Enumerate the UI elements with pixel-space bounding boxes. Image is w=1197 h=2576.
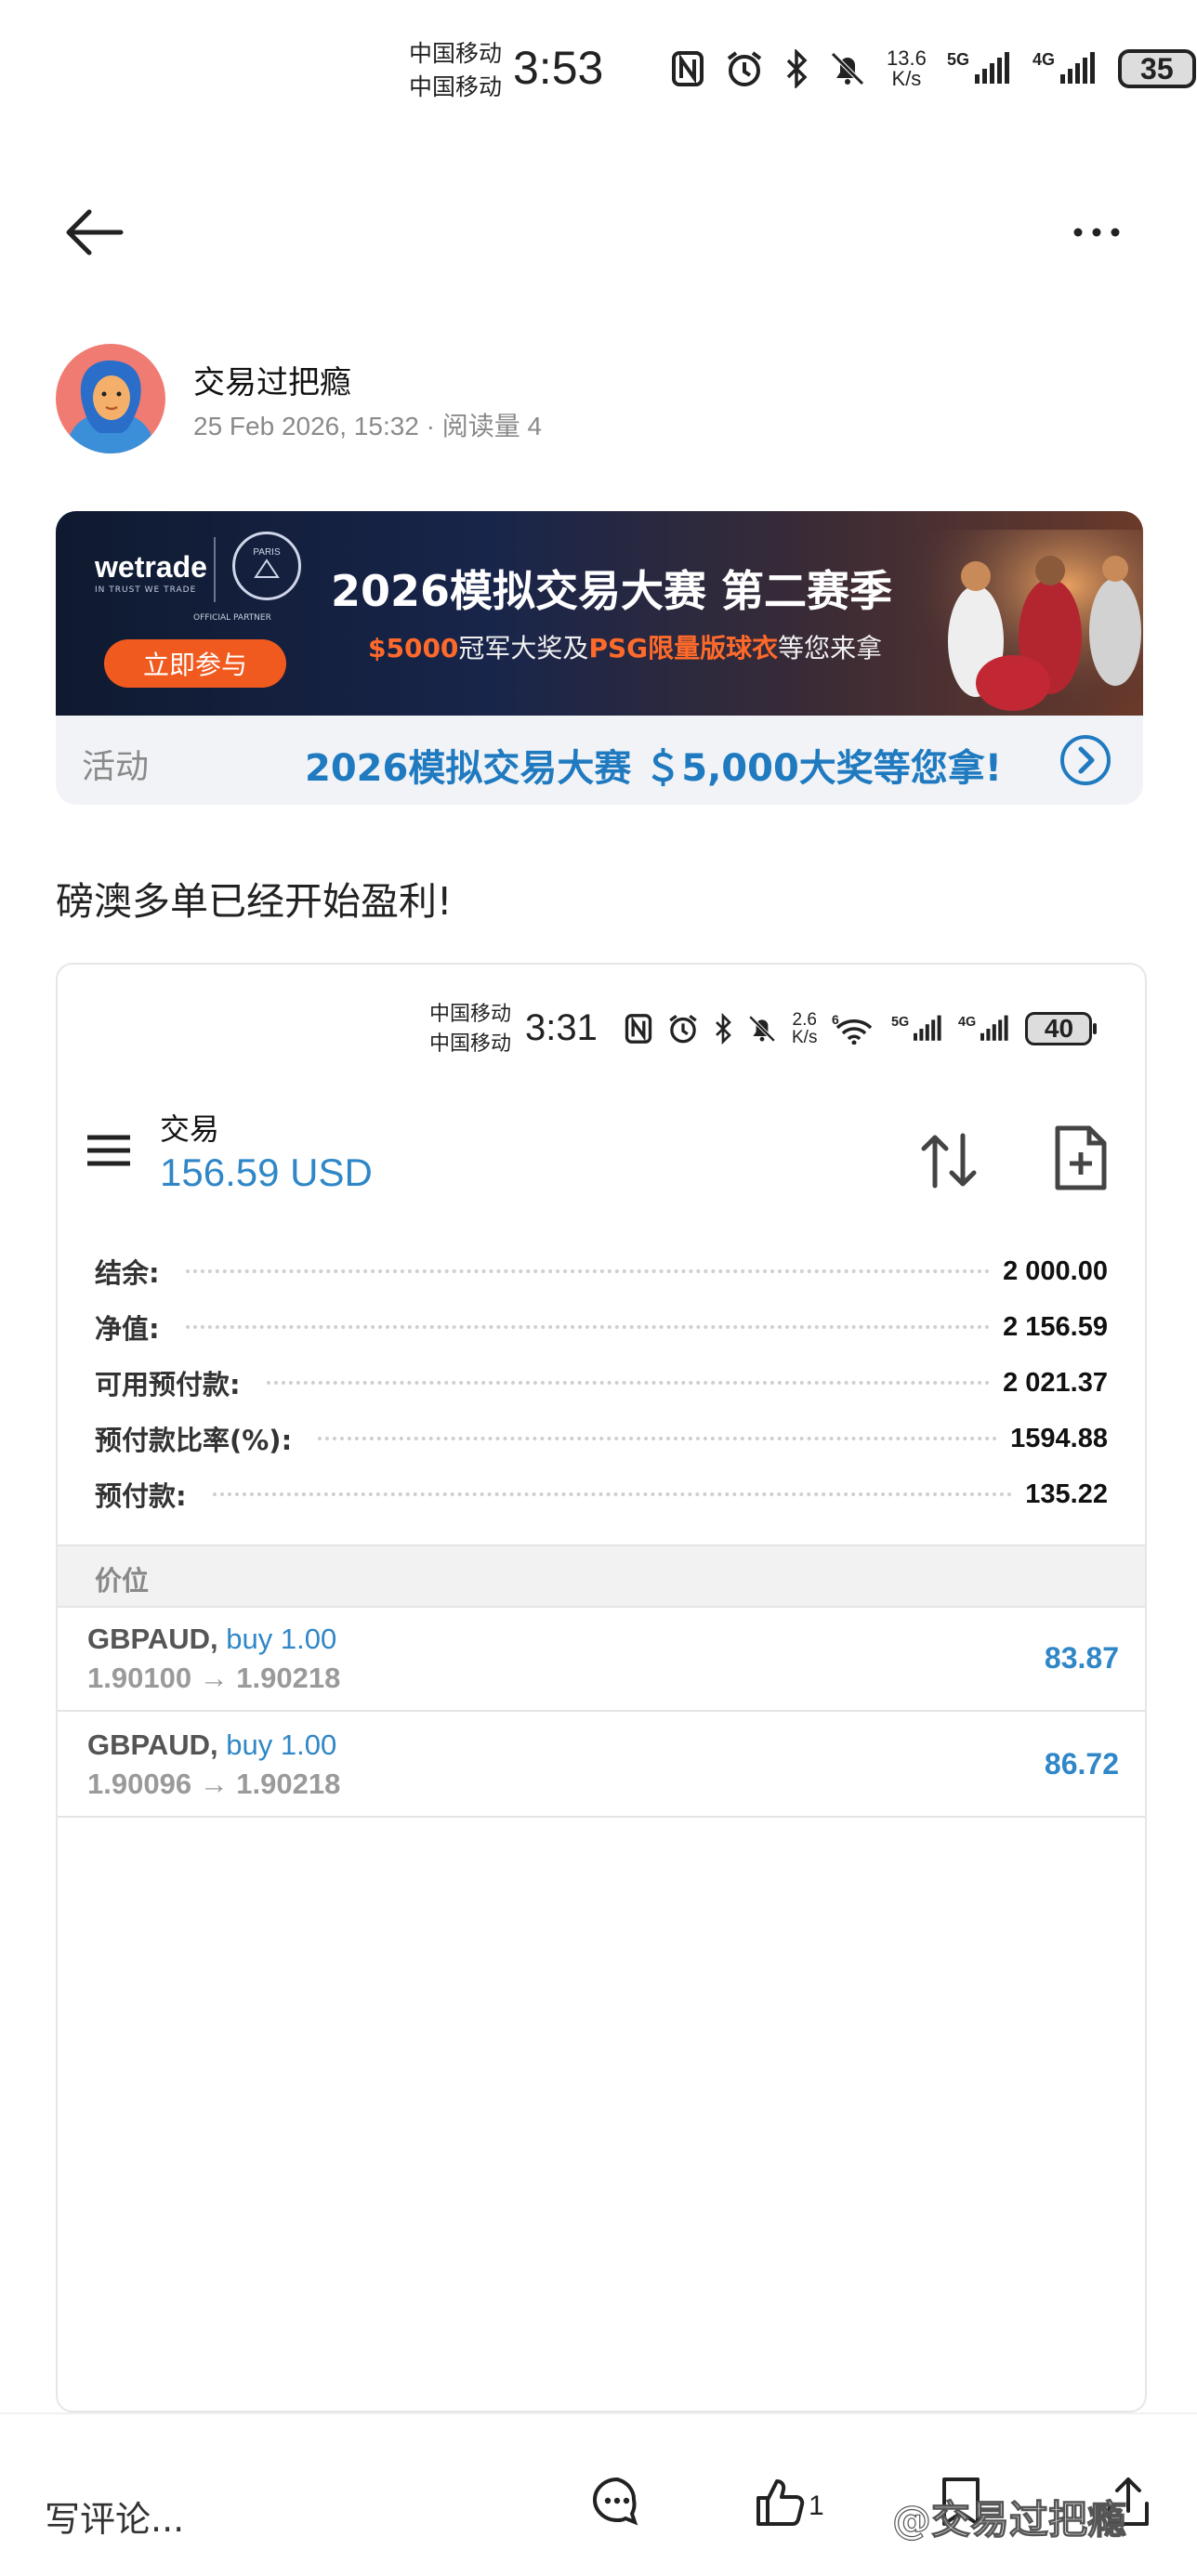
svg-text:6: 6 <box>832 1013 839 1027</box>
signal-5g-icon: 5G <box>947 50 1009 84</box>
promo-banner[interactable]: wetrade IN TRUST WE TRADE PARIS OFFICIAL… <box>56 511 1143 716</box>
status-icons: 13.6 K/s 5G 4G 35 <box>671 46 1197 90</box>
net-speed: 2.6 K/s <box>792 1010 818 1047</box>
mute-bell-icon <box>748 1015 776 1043</box>
signal-5g-icon: 5G <box>891 1015 942 1041</box>
menu-icon <box>87 1135 130 1166</box>
post-meta: 25 Feb 2026, 15:32 · 阅读量 4 <box>193 412 543 440</box>
carrier-2: 中国移动 <box>409 73 503 100</box>
net-speed: 13.6 K/s <box>887 46 927 90</box>
banner-subtitle: $5000冠军大奖及PSG限量版球衣等您来拿 <box>368 633 883 664</box>
summary-row: 可用预付款: 2 021.37 <box>95 1355 1108 1411</box>
svg-text:4G: 4G <box>1033 50 1055 69</box>
post-image[interactable]: 中国移动 中国移动 3:31 2.6 K/s 6 5G 4G 40 交易 156… <box>56 963 1147 2412</box>
partner-label: OFFICIAL PARTNER <box>193 613 271 623</box>
watermark: @交易过把瘾 <box>891 2496 1127 2543</box>
psg-crest-icon: PARIS <box>232 532 301 600</box>
sort-icon <box>921 1133 977 1189</box>
author-name[interactable]: 交易过把瘾 <box>193 357 351 402</box>
chevron-right-icon[interactable] <box>1059 734 1112 786</box>
post-text: 磅澳多单已经开始盈利! <box>56 879 453 924</box>
clock: 3:53 <box>513 42 604 94</box>
battery-icon: 40 <box>1025 1012 1098 1045</box>
carrier-1: 中国移动 <box>409 40 503 67</box>
position-row: GBPAUD, buy 1.00 1.90100 → 1.90218 83.87 <box>58 1608 1145 1712</box>
summary-row: 净值: 2 156.59 <box>95 1299 1108 1355</box>
players-image <box>892 530 1143 716</box>
logo-divider <box>214 537 216 602</box>
bottom-action-bar: 写评论... 1 @交易过把瘾 <box>0 2412 1197 2576</box>
screenshot-status-icons: 2.6 K/s 6 5G 4G 40 <box>625 1010 1098 1047</box>
brand-logo: wetrade <box>95 550 207 584</box>
promo-banner-card[interactable]: wetrade IN TRUST WE TRADE PARIS OFFICIAL… <box>56 511 1143 805</box>
screenshot-total-profit: 156.59 USD <box>160 1150 373 1194</box>
positions-header: 价位 <box>58 1544 1145 1608</box>
summary-row: 预付款: 135.22 <box>95 1466 1108 1522</box>
battery-icon: 35 <box>1117 49 1197 88</box>
bluetooth-icon <box>786 49 808 88</box>
new-document-icon <box>1055 1125 1107 1190</box>
brand-tagline: IN TRUST WE TRADE <box>95 585 197 595</box>
like-count: 1 <box>809 2491 824 2521</box>
alarm-icon <box>727 51 762 86</box>
signal-4g-icon: 4G <box>1033 50 1095 84</box>
nfc-icon <box>625 1014 652 1044</box>
mute-bell-icon <box>831 52 864 85</box>
account-summary: 结余: 2 000.00 净值: 2 156.59 可用预付款: 2 021.37 预… <box>95 1243 1108 1522</box>
screenshot-clock: 3:31 <box>525 1007 598 1048</box>
signal-4g-icon: 4G <box>958 1015 1009 1041</box>
banner-title: 2026模拟交易大赛 第二赛季 <box>331 566 893 616</box>
alarm-icon <box>669 1014 697 1044</box>
svg-text:5G: 5G <box>891 1015 909 1030</box>
status-bar: 中国移动 中国移动 3:53 13.6 K/s 5G 4G 35 <box>0 0 1197 139</box>
like-icon[interactable] <box>753 2474 809 2530</box>
position-profit: 83.87 <box>1044 1641 1119 1675</box>
bluetooth-icon <box>716 1013 731 1045</box>
screenshot-carrier: 中国移动 中国移动 <box>429 1003 512 1056</box>
carrier-labels: 中国移动 中国移动 <box>409 37 502 104</box>
activity-bar[interactable]: 活动 2026模拟交易大赛 ＄5,000大奖等您拿! <box>56 716 1143 805</box>
svg-text:PARIS: PARIS <box>253 547 281 558</box>
comment-icon[interactable] <box>589 2474 645 2530</box>
wifi-icon: 6 <box>832 1013 873 1045</box>
position-profit: 86.72 <box>1044 1747 1119 1781</box>
join-button[interactable]: 立即参与 <box>104 639 286 688</box>
position-row: GBPAUD, buy 1.00 1.90096 → 1.90218 86.72 <box>58 1714 1145 1818</box>
activity-link[interactable]: 2026模拟交易大赛 ＄5,000大奖等您拿! <box>305 738 1002 792</box>
more-icon[interactable] <box>1069 214 1125 251</box>
back-arrow-icon[interactable] <box>61 204 126 260</box>
nfc-icon <box>672 51 704 86</box>
avatar[interactable] <box>56 344 165 453</box>
screenshot-title: 交易 <box>160 1111 220 1147</box>
svg-text:4G: 4G <box>958 1015 976 1030</box>
summary-row: 预付款比率(%): 1594.88 <box>95 1411 1108 1466</box>
comment-input[interactable]: 写评论... <box>45 2491 184 2542</box>
summary-row: 结余: 2 000.00 <box>95 1243 1108 1299</box>
svg-text:5G: 5G <box>947 50 969 69</box>
activity-tag: 活动 <box>82 748 150 786</box>
